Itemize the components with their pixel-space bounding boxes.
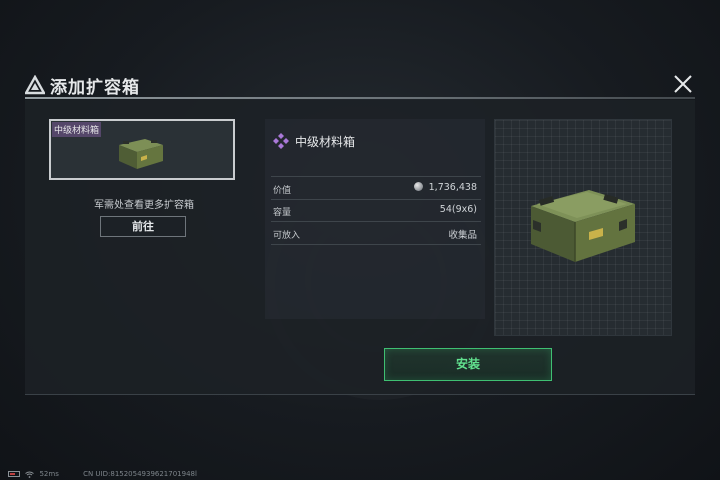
crate-preview-icon (531, 190, 635, 262)
info-row-capacity: 容量 54(9x6) (271, 199, 481, 222)
status-bar: 52ms CN UID:8152054939621701948l (8, 470, 197, 480)
info-key: 容量 (273, 208, 292, 218)
uid-text: CN UID:8152054939621701948l (83, 470, 197, 478)
header-divider (25, 97, 695, 99)
item-info-panel: 中级材料箱 价值 1,736,438 容量 54(9x6) 可放入 收集品 (265, 119, 485, 319)
battery-icon (8, 471, 20, 477)
info-row-allowed: 可放入 收集品 (271, 222, 481, 245)
dialog-title: 添加扩容箱 (50, 78, 140, 98)
goto-button[interactable]: 前往 (100, 216, 186, 237)
warning-triangle-icon (25, 75, 45, 95)
crate-thumbnail-icon (119, 139, 163, 169)
coin-icon (413, 182, 423, 191)
info-row-value: 价值 1,736,438 (271, 176, 481, 200)
info-key: 可放入 (273, 231, 301, 241)
dialog-header: 添加扩容箱 (25, 72, 695, 98)
info-value: 1,736,438 (413, 182, 477, 193)
selected-item-label: 中级材料箱 (52, 122, 102, 137)
ping-text: 52ms (39, 470, 59, 478)
info-key: 价值 (273, 186, 292, 196)
info-value: 收集品 (448, 230, 477, 241)
info-value: 54(9x6) (439, 204, 477, 215)
more-crates-hint: 军需处查看更多扩容箱 (94, 200, 194, 211)
dialog-body: 中级材料箱 军需处查看更多扩容箱 前往 中级材料箱 价值 1,736,438 容… (25, 100, 695, 395)
purple-diamond-icon (273, 133, 289, 149)
wifi-icon (25, 471, 35, 478)
install-button[interactable]: 安装 (384, 348, 552, 381)
selected-item-card[interactable]: 中级材料箱 (49, 119, 235, 180)
item-name: 中级材料箱 (295, 135, 356, 149)
close-icon[interactable] (671, 72, 695, 96)
item-preview (494, 119, 672, 336)
